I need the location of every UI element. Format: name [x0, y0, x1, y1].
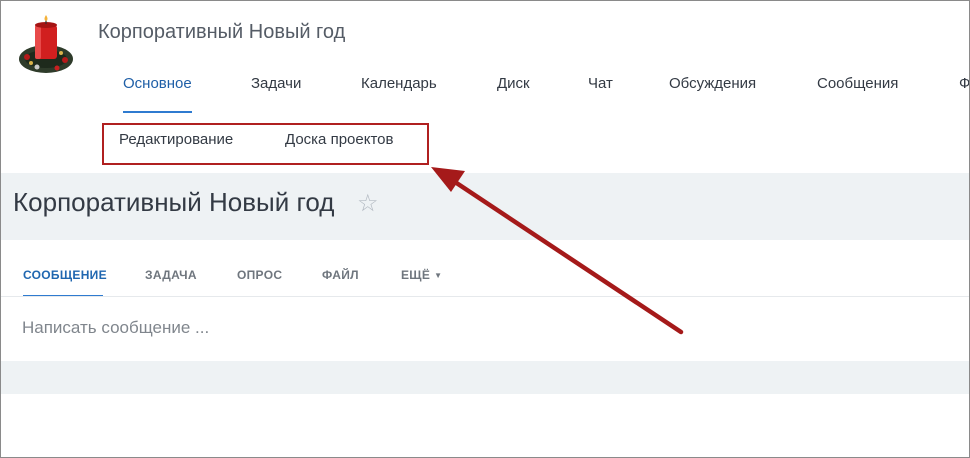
post-message-input[interactable]: Написать сообщение ... [22, 318, 209, 338]
star-outline-icon[interactable]: ☆ [357, 189, 379, 218]
window-frame: Корпоративный Новый год Основное Задачи … [0, 0, 970, 458]
group-name[interactable]: Корпоративный Новый год [98, 21, 345, 44]
nav-item-truncated[interactable]: Ф [959, 71, 969, 111]
sub-nav-item-edit[interactable]: Редактирование [119, 131, 233, 148]
post-tab-message[interactable]: СООБЩЕНИЕ [23, 268, 107, 282]
tabs-divider [1, 296, 969, 297]
post-tab-more[interactable]: ЕЩЁ ▼ [401, 268, 442, 282]
post-tab-poll[interactable]: ОПРОС [237, 268, 282, 282]
post-form [1, 240, 969, 360]
caret-down-icon: ▼ [434, 271, 443, 281]
sub-nav-item-project-board[interactable]: Доска проектов [285, 131, 393, 148]
nav-item-messages[interactable]: Сообщения [817, 71, 898, 111]
post-tab-file[interactable]: ФАЙЛ [322, 268, 359, 282]
nav-item-tasks[interactable]: Задачи [251, 71, 301, 111]
nav-item-main[interactable]: Основное [123, 71, 192, 113]
nav-item-calendar[interactable]: Календарь [361, 71, 437, 111]
bottom-band [1, 361, 969, 394]
post-tab-more-label: ЕЩЁ [401, 268, 431, 282]
nav-item-disk[interactable]: Диск [497, 71, 530, 111]
post-tab-task[interactable]: ЗАДАЧА [145, 268, 197, 282]
main-nav: Основное Задачи Календарь Диск Чат Обсуж… [1, 71, 969, 113]
page-title: Корпоративный Новый год [13, 187, 335, 217]
nav-item-chat[interactable]: Чат [588, 71, 613, 111]
nav-item-discussions[interactable]: Обсуждения [669, 71, 756, 111]
christmas-candle-wreath-icon [19, 15, 73, 73]
group-avatar[interactable] [17, 15, 75, 77]
